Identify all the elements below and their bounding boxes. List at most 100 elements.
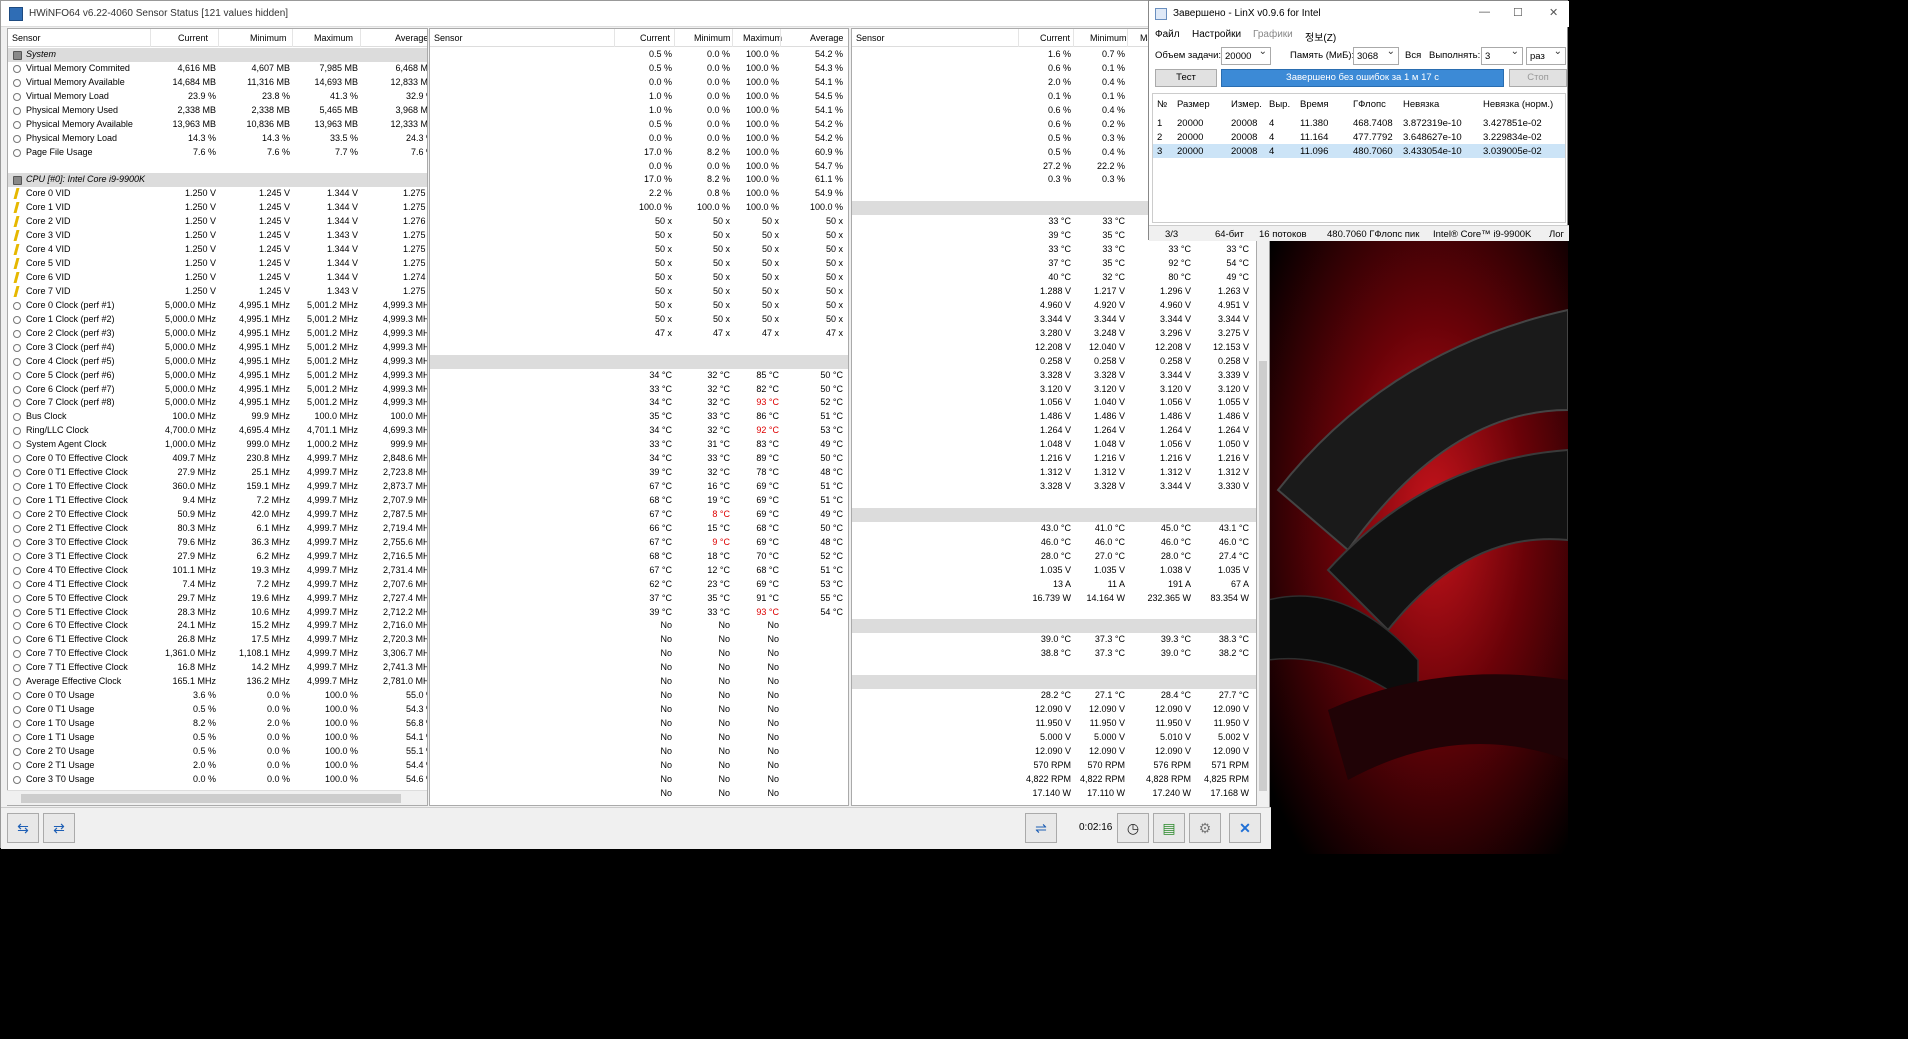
sensor-row[interactable]: Max CPU/Thread Usage17.0 %8.2 %100.0 %61… xyxy=(430,173,848,187)
sensor-row[interactable]: Core 6 T0 Effective Clock 24.1 MHz 15.2 MH… xyxy=(8,619,427,633)
maximize-button[interactable]: ☐ xyxy=(1513,6,1523,19)
sensor-row[interactable]: Core 1 Thermal ThrottlingNoNoNo xyxy=(430,633,848,647)
sensor-row[interactable]: Core 2 VID 1.250 V 1.245 V 1.344 V 1.276 V xyxy=(8,215,427,229)
task-size-select[interactable]: 20000 xyxy=(1221,46,1271,65)
sensor-row[interactable]: Core 6 T1 Effective Clock 26.8 MHz 17.5 MH… xyxy=(8,633,427,647)
results-column-header[interactable]: Невязка (норм.) xyxy=(1483,99,1553,110)
sensor-row[interactable]: Core 0 Ratio50 x50 x50 x50 x xyxy=(430,215,848,229)
sensor-row[interactable]: DRAM1.486 V1.486 V1.486 V1.486 V xyxy=(852,410,1256,424)
sensor-row[interactable]: Core 0 Clock (perf #1) 5,000.0 MHz 4,995.1… xyxy=(8,299,427,313)
sensor-row[interactable]: Core 6 Distance to TjMAX67 °C12 °C68 °C5… xyxy=(430,564,848,578)
sensor-row[interactable]: CPU Current13 A11 A191 A67 A xyxy=(852,578,1256,592)
sensor-row[interactable]: Core 6 T0 Usage0.5 %0.0 %100.0 %54.2 % xyxy=(430,118,848,132)
sensor-row[interactable]: Water Temperature28.2 °C27.1 °C28.4 °C27… xyxy=(852,689,1256,703)
col-average-header[interactable]: Average xyxy=(810,33,843,43)
sensor-row[interactable]: Core 0 VID 1.250 V 1.245 V 1.344 V 1.275 V xyxy=(8,187,427,201)
pane-1-horizontal-scrollbar[interactable] xyxy=(7,790,427,805)
sensor-row[interactable]: Core 533 °C31 °C83 °C49 °C xyxy=(430,438,848,452)
sensor-pane-1[interactable]: Sensor Current Minimum Maximum Average S… xyxy=(7,28,428,806)
sensor-row[interactable]: Core 6 VID 1.250 V 1.245 V 1.344 V 1.274 V xyxy=(8,271,427,285)
sensor-row[interactable]: CPU VCCIO1.264 V1.264 V1.264 V1.264 V xyxy=(852,424,1256,438)
sensor-row[interactable]: 3VSB_ATX3.328 V3.328 V3.344 V3.339 V xyxy=(852,369,1256,383)
sensor-row[interactable]: Core 3 VID 1.250 V 1.245 V 1.343 V 1.275 V xyxy=(8,229,427,243)
sensor-row[interactable]: VRM43.0 °C41.0 °C45.0 °C43.1 °C xyxy=(852,522,1256,536)
sensor-row[interactable]: Core 4 T0 Usage0.5 %0.0 %100.0 %54.3 % xyxy=(430,62,848,76)
col-sensor-header[interactable]: Sensor xyxy=(856,33,885,43)
sensor-row[interactable]: Core 1 T0 Effective Clock 360.0 MHz 159.1 … xyxy=(8,480,427,494)
network-button[interactable]: ⇌ xyxy=(1025,813,1057,843)
hwinfo-title-bar[interactable]: HWiNFO64 v6.22-4060 Sensor Status [121 v… xyxy=(1,1,1271,27)
sensor-row[interactable]: Core 7 VID 1.250 V 1.245 V 1.343 V 1.275 V xyxy=(8,285,427,299)
sensor-row[interactable]: Core 3 Clock (perf #4) 5,000.0 MHz 4,995.1… xyxy=(8,341,427,355)
sensor-row[interactable]: System Agent Clock 1,000.0 MHz 999.0 MHz 1,… xyxy=(8,438,427,452)
menu-file[interactable]: Файл xyxy=(1155,29,1180,40)
sensor-row[interactable]: Virtual Memory Load 23.9 % 23.8 % 41.3 % 32.… xyxy=(8,90,427,104)
sensor-row[interactable]: Core 2 T1 Effective Clock 80.3 MHz 6.1 MHz… xyxy=(8,522,427,536)
sensor-row[interactable]: Core 3 T1 Usage0.5 %0.0 %100.0 %54.2 % xyxy=(430,48,848,62)
sensor-row[interactable]: Physical Memory Available 13,963 MB 10,836… xyxy=(8,118,427,132)
sensor-row[interactable]: Core 4 VID 1.250 V 1.245 V 1.344 V 1.275 V xyxy=(8,243,427,257)
sensor-row[interactable]: Core 7 Thermal ThrottlingNoNoNo xyxy=(430,717,848,731)
menu-settings[interactable]: Настройки xyxy=(1192,29,1241,40)
sensor-row[interactable]: VHIF3.328 V3.328 V3.344 V3.330 V xyxy=(852,480,1256,494)
sensor-row[interactable]: T_Sensor128.0 °C27.0 °C28.0 °C27.4 °C xyxy=(852,550,1256,564)
sensor-row[interactable]: DIMM[2] Temperature38.8 °C37.3 °C39.0 °C… xyxy=(852,647,1256,661)
collapse-columns-button[interactable]: ⇄ xyxy=(43,813,75,843)
sensor-row[interactable]: Core 7 T0 Usage17.0 %8.2 %100.0 %60.9 % xyxy=(430,146,848,160)
sensor-row[interactable]: Pump4,822 RPM4,822 RPM4,828 RPM4,825 RPM xyxy=(852,773,1256,787)
col-current-header[interactable]: Current xyxy=(1040,33,1070,43)
sensor-row[interactable]: Bus Clock 100.0 MHz 99.9 MHz 100.0 MHz 100.0… xyxy=(8,410,427,424)
sensor-row[interactable]: Core 133 °C32 °C82 °C50 °C xyxy=(430,383,848,397)
sensor-row[interactable]: Virtual Memory Commited 4,616 MB 4,607 MB 7… xyxy=(8,62,427,76)
close-window-button[interactable]: ✕ xyxy=(1549,6,1558,19)
sensor-row[interactable]: Core 3 T0 Usage 0.0 % 0.0 % 100.0 % 54.6 % xyxy=(8,773,427,787)
logging-button[interactable]: ▤ xyxy=(1153,813,1185,843)
results-row[interactable]: 2 20000 20008 4 11.164 477.7792 3.648627e-10 3.… xyxy=(1153,130,1565,144)
sensor-row[interactable]: Core 7 T1 Usage0.0 %0.0 %100.0 %54.7 % xyxy=(430,160,848,174)
col-minimum-header[interactable]: Minimum xyxy=(250,33,287,43)
test-button[interactable]: Тест xyxy=(1155,69,1217,87)
sensor-row[interactable]: Core 5 Distance to TjMAX68 °C18 °C70 °C5… xyxy=(430,550,848,564)
sensor-row[interactable]: CPU VCCSA1.312 V1.312 V1.312 V1.312 V xyxy=(852,466,1256,480)
settings-button[interactable]: ⚙ xyxy=(1189,813,1221,843)
col-current-header[interactable]: Current xyxy=(640,33,670,43)
sensor-row[interactable]: Core 7 Clock (perf #8) 5,000.0 MHz 4,995.1… xyxy=(8,396,427,410)
sensor-row[interactable]: Core 7 T0 Effective Clock 1,361.0 MHz 1,10… xyxy=(8,647,427,661)
sensor-row[interactable]: Average Effective Clock 165.1 MHz 136.2 MH… xyxy=(8,675,427,689)
sensor-row[interactable]: Core 5 T0 Usage1.0 %0.0 %100.0 %54.5 % xyxy=(430,90,848,104)
sensor-row[interactable]: Core 1 T1 Usage 0.5 % 0.0 % 100.0 % 54.1 % xyxy=(8,731,427,745)
sensor-row[interactable]: CPU PLLs OC1.216 V1.216 V1.216 V1.216 V xyxy=(852,452,1256,466)
results-row[interactable]: 3 20000 20008 4 11.096 480.7060 3.433054e-10 3.… xyxy=(1153,144,1565,158)
sensor-row[interactable]: CPU (Weight)33 °C33 °C33 °C33 °C xyxy=(852,243,1256,257)
sensor-row[interactable]: Core 3 Distance to TjMAX66 °C15 °C68 °C5… xyxy=(430,522,848,536)
scrollbar-thumb[interactable] xyxy=(21,794,401,803)
sensor-row[interactable]: Core 5 T1 Effective Clock 28.3 MHz 10.6 MH… xyxy=(8,606,427,620)
sensor-row[interactable]: Core 1 Critical TemperatureNoNoNo xyxy=(430,745,848,759)
sensor-group-header[interactable]: Aquacomputer D5 Next xyxy=(852,675,1256,690)
col-sensor-header[interactable]: Sensor xyxy=(12,33,41,43)
sensor-row[interactable]: Core 7 T1 Effective Clock 16.8 MHz 14.2 MH… xyxy=(8,661,427,675)
sensor-row[interactable]: Core 2 Ratio50 x50 x50 x50 x xyxy=(430,243,848,257)
sensor-row[interactable]: Core 5 Clock (perf #6) 5,000.0 MHz 4,995.1… xyxy=(8,369,427,383)
sensor-row[interactable]: Virtual Memory Available 14,684 MB 11,316 … xyxy=(8,76,427,90)
sensor-row[interactable]: Core 2 T0 Usage 0.5 % 0.0 % 100.0 % 55.1 % xyxy=(8,745,427,759)
sensor-row[interactable]: Core 7 Ratio50 x50 x50 x50 x xyxy=(430,313,848,327)
sensor-row[interactable]: Ring/LLC Clock 4,700.0 MHz 4,695.4 MHz 4,70… xyxy=(8,424,427,438)
col-maximum-header[interactable]: Maximum xyxy=(743,33,782,43)
sensor-pane-2[interactable]: Sensor Current Minimum Maximum Average C… xyxy=(429,28,849,806)
run-unit-select[interactable]: раз xyxy=(1526,46,1566,65)
sensor-row[interactable]: Core 1 T0 Usage 8.2 % 2.0 % 100.0 % 56.8 % xyxy=(8,717,427,731)
sensor-row[interactable]: Core 5 T0 Effective Clock 29.7 MHz 19.6 MH… xyxy=(8,592,427,606)
sensor-row[interactable]: Core 034 °C32 °C85 °C50 °C xyxy=(430,369,848,383)
results-row[interactable]: 1 20000 20008 4 11.380 468.7408 3.872319e-10 3.… xyxy=(1153,116,1565,130)
sensor-row[interactable]: Pump Power17.140 W17.110 W17.240 W17.168… xyxy=(852,787,1256,801)
results-column-header[interactable]: ГФлопс xyxy=(1353,99,1386,110)
results-column-header[interactable]: Время xyxy=(1300,99,1329,110)
col-sensor-header[interactable]: Sensor xyxy=(434,33,463,43)
col-current-header[interactable]: Current xyxy=(178,33,208,43)
sensor-row[interactable]: Core 2 Clock (perf #3) 5,000.0 MHz 4,995.1… xyxy=(8,327,427,341)
sensor-row[interactable]: +12V12.208 V12.040 V12.208 V12.153 V xyxy=(852,341,1256,355)
sensor-row[interactable]: 3VCC3.280 V3.248 V3.296 V3.275 V xyxy=(852,327,1256,341)
results-column-header[interactable]: Невязка xyxy=(1403,99,1439,110)
sensor-row[interactable]: Core 3 Thermal ThrottlingNoNoNo xyxy=(430,661,848,675)
